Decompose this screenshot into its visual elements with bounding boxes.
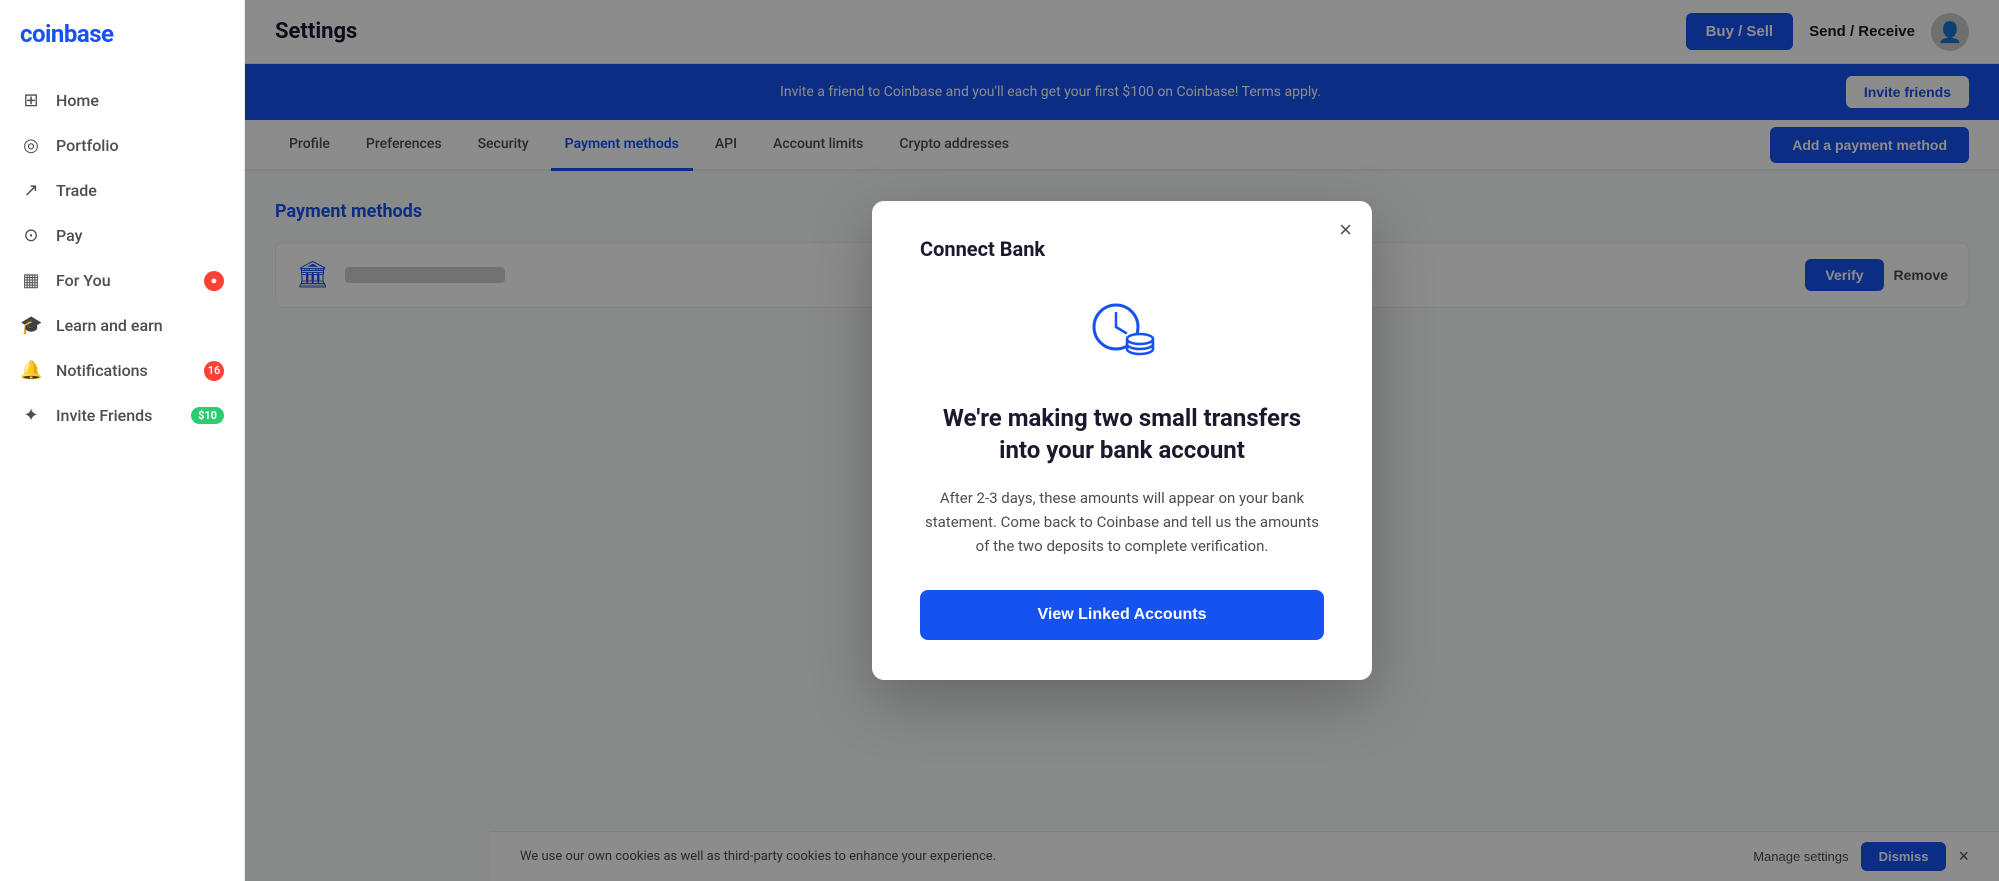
for-you-badge: ● [204,271,224,291]
sidebar-item-learn[interactable]: 🎓 Learn and earn [0,303,244,348]
bank-transfer-icon [1082,291,1162,375]
view-linked-accounts-button[interactable]: View Linked Accounts [920,590,1324,640]
modal-overlay[interactable]: Connect Bank × [245,0,1999,881]
sidebar-item-notifications[interactable]: 🔔 Notifications 16 [0,348,244,393]
sidebar: coinbase ⊞ Home ◎ Portfolio ↗ Trade ⊙ Pa… [0,0,245,881]
sidebar-item-pay[interactable]: ⊙ Pay [0,213,244,258]
sidebar-logo[interactable]: coinbase [0,20,244,78]
notifications-icon: 🔔 [20,360,42,381]
portfolio-icon: ◎ [20,135,42,156]
sidebar-label-notifications: Notifications [56,361,148,380]
modal-title: Connect Bank [920,237,1045,261]
sidebar-item-trade[interactable]: ↗ Trade [0,168,244,213]
sidebar-nav: ⊞ Home ◎ Portfolio ↗ Trade ⊙ Pay ▦ For Y… [0,78,244,861]
home-icon: ⊞ [20,90,42,111]
sidebar-label-invite: Invite Friends [56,406,152,425]
sidebar-label-home: Home [56,91,99,110]
modal-description: After 2-3 days, these amounts will appea… [920,486,1324,558]
main-content: Settings Buy / Sell Send / Receive 👤 Inv… [245,0,1999,881]
pay-icon: ⊙ [20,225,42,246]
sidebar-item-invite[interactable]: ✦ Invite Friends $10 [0,393,244,438]
sidebar-item-portfolio[interactable]: ◎ Portfolio [0,123,244,168]
invite-badge-dollar: $10 [191,407,224,424]
invite-icon: ✦ [20,405,42,426]
sidebar-label-for-you: For You [56,271,111,290]
logo-text: coinbase [20,20,114,48]
sidebar-label-learn: Learn and earn [56,316,163,335]
learn-icon: 🎓 [20,315,42,336]
modal-heading: We're making two small transfers into yo… [920,403,1324,465]
modal-close-button[interactable]: × [1339,219,1352,241]
sidebar-item-home[interactable]: ⊞ Home [0,78,244,123]
sidebar-label-trade: Trade [56,181,97,200]
sidebar-label-portfolio: Portfolio [56,136,119,155]
connect-bank-modal: Connect Bank × [872,201,1372,679]
sidebar-item-for-you[interactable]: ▦ For You ● [0,258,244,303]
for-you-icon: ▦ [20,270,42,291]
notifications-badge: 16 [204,361,224,381]
sidebar-label-pay: Pay [56,226,82,245]
trade-icon: ↗ [20,180,42,201]
